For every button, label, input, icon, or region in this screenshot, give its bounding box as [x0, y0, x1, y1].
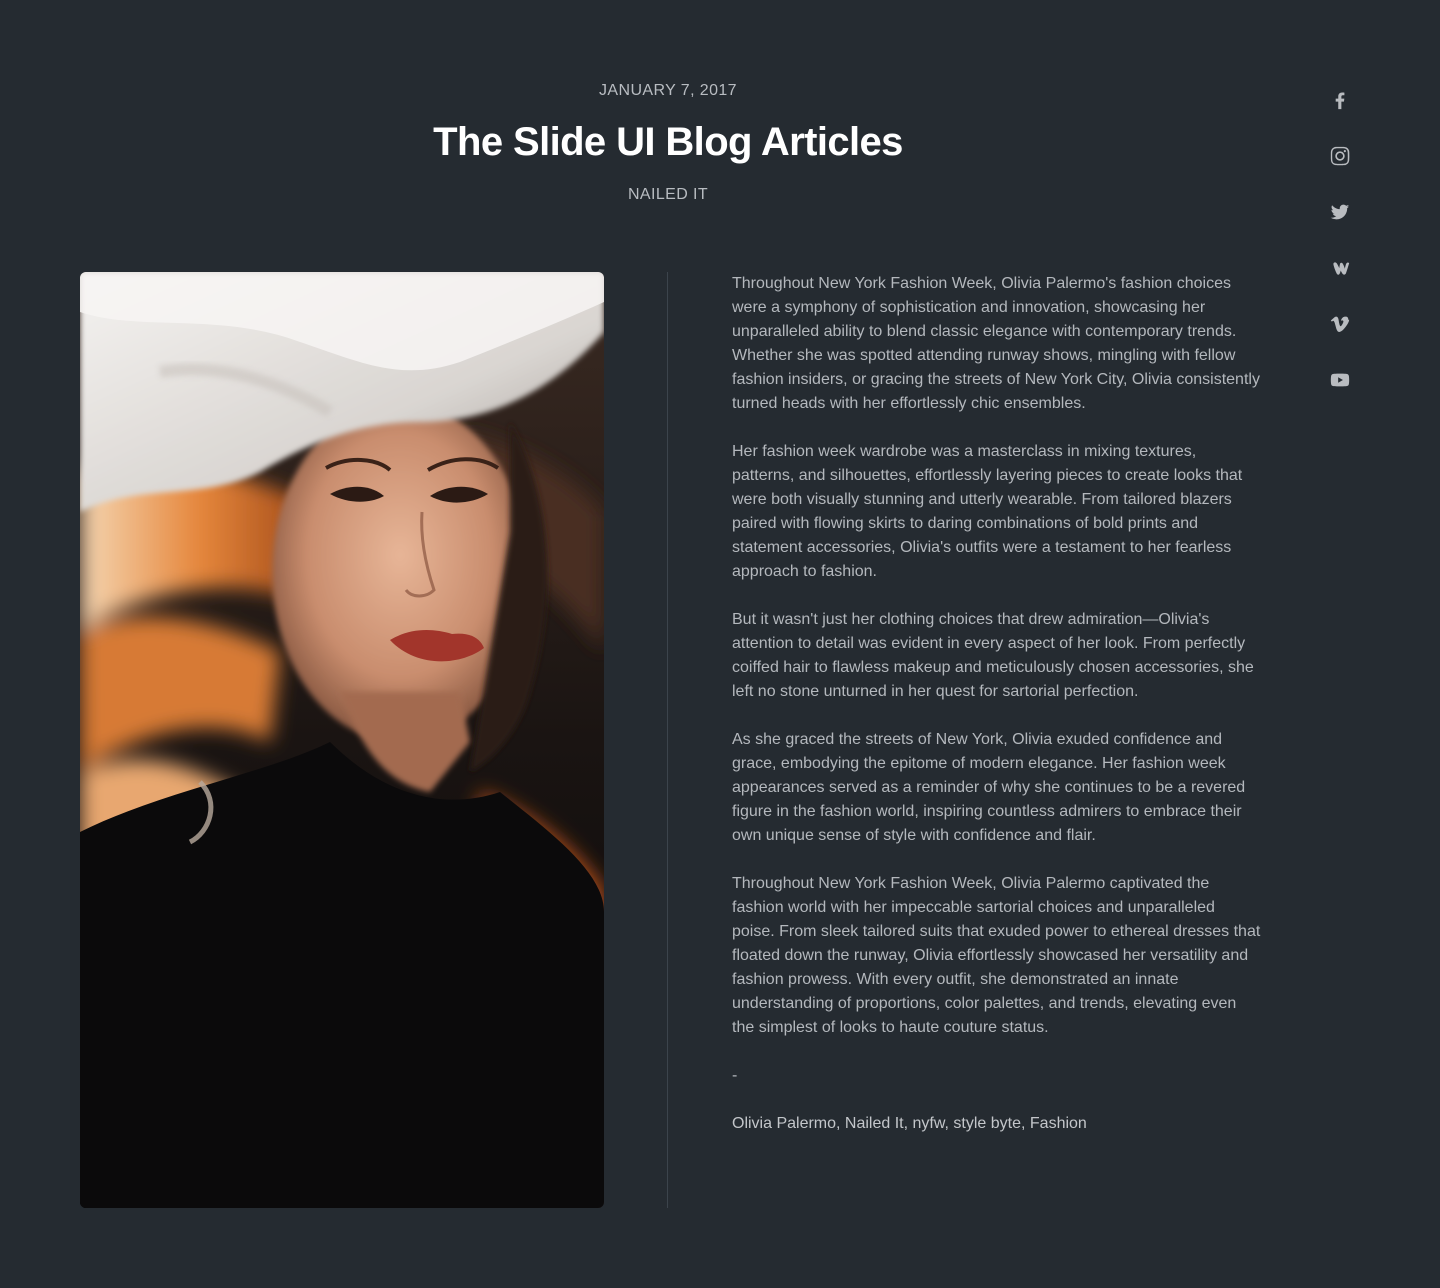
article-paragraph: But it wasn't just her clothing choices …	[732, 611, 1254, 700]
social-links	[1326, 86, 1354, 422]
facebook-icon	[1335, 92, 1345, 110]
content-divider	[667, 272, 668, 1208]
portrait-illustration	[80, 272, 604, 1208]
article-paragraph: As she graced the streets of New York, O…	[732, 731, 1246, 844]
article-paragraph: Throughout New York Fashion Week, Olivia…	[732, 875, 1261, 1036]
twitter-icon	[1330, 204, 1350, 220]
featured-portrait-image	[80, 272, 604, 1208]
wattpad-link[interactable]	[1326, 254, 1354, 282]
wattpad-icon	[1333, 262, 1350, 275]
article-body: Throughout New York Fashion Week, Olivia…	[732, 272, 1262, 1160]
post-date: JANUARY 7, 2017	[599, 82, 737, 99]
article-tags[interactable]: Olivia Palermo, Nailed It, nyfw, style b…	[732, 1112, 1262, 1136]
blog-post-page: JANUARY 7, 2017 The Slide UI Blog Articl…	[0, 0, 1440, 1288]
article-paragraph: Her fashion week wardrobe was a mastercl…	[732, 443, 1243, 580]
twitter-link[interactable]	[1326, 198, 1354, 226]
vimeo-link[interactable]	[1326, 310, 1354, 338]
vimeo-icon	[1330, 316, 1350, 332]
youtube-icon	[1330, 373, 1350, 387]
article-paragraph: Throughout New York Fashion Week, Olivia…	[732, 275, 1260, 412]
facebook-link[interactable]	[1326, 86, 1354, 114]
page-title: The Slide UI Blog Articles	[433, 120, 903, 164]
instagram-link[interactable]	[1326, 142, 1354, 170]
instagram-icon	[1330, 146, 1350, 166]
youtube-link[interactable]	[1326, 366, 1354, 394]
article-separator: -	[732, 1067, 738, 1084]
post-category-link[interactable]: NAILED IT	[0, 186, 1336, 204]
